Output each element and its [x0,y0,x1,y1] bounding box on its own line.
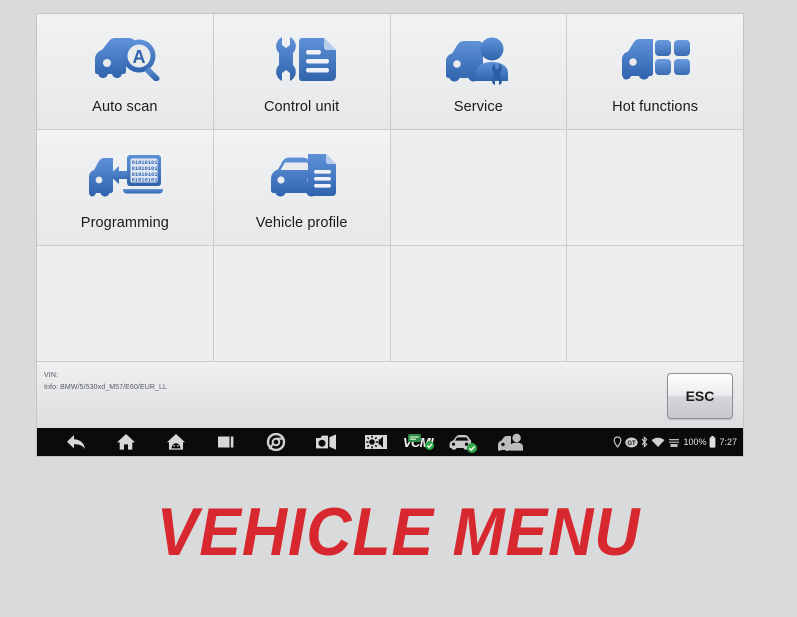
back-icon[interactable] [51,428,101,456]
car-document-icon [214,144,390,206]
vin-info-block: VIN: Info: BMW/5/530xd_M57/E60/EUR_LL [44,370,167,395]
tile-label: Programming [80,215,169,232]
battery-icon [709,436,716,448]
vin-label: VIN: [44,372,59,379]
vcmi-status-icon[interactable]: VCMI [401,432,435,452]
tile-empty [390,246,567,361]
caption-vehicle-menu: VEHICLE MENU [156,494,641,570]
tile-empty [390,130,567,245]
vehicle-info-bar: VIN: Info: BMW/5/530xd_M57/E60/EUR_LL ES… [37,361,743,428]
svg-text:A: A [132,47,145,67]
function-tile-grid: A Auto scan Control unit Service Hot fun… [37,14,743,361]
home-icon[interactable] [101,428,151,456]
android-home-icon[interactable] [151,428,201,456]
vehicle-info-text: Info: BMW/5/530xd_M57/E60/EUR_LL [44,384,168,392]
chrome-browser-icon[interactable] [251,428,301,456]
car-binary-upload-icon: 01010101 01010101 01010101 01010101 [37,144,213,206]
device-screen: A Auto scan Control unit Service Hot fun… [37,14,743,456]
battery-percent-label: 100% [683,437,707,447]
mobile-network-icon: GT [625,437,639,448]
tile-empty [213,246,390,361]
esc-button[interactable]: ESC [667,373,733,419]
tile-service[interactable]: Service [390,14,567,129]
location-pin-icon [613,436,622,448]
tile-label: Auto scan [92,99,158,116]
recent-apps-icon[interactable] [201,428,251,456]
nav-button-group: VCMI [37,428,535,456]
tile-auto-scan[interactable]: A Auto scan [37,14,213,129]
tile-label: Control unit [263,99,340,116]
tile-hot-functions[interactable]: Hot functions [567,14,743,129]
car-technician-icon [391,28,567,90]
tile-label: Hot functions [612,99,699,116]
tile-vehicle-profile[interactable]: Vehicle profile [213,130,390,245]
tile-empty [567,130,743,245]
remote-assistance-icon[interactable] [485,428,535,456]
android-navigation-bar: VCMI GT 100% 7:27 [37,428,743,456]
clock-label: 7:27 [719,437,737,447]
brightness-volume-icon[interactable] [351,428,401,456]
tile-empty [567,246,743,361]
tile-label: Vehicle profile [255,215,348,232]
wrench-document-icon [214,28,390,90]
camera-icon[interactable] [301,428,351,456]
tile-control-unit[interactable]: Control unit [213,14,390,129]
tile-empty [37,246,213,361]
vehicle-connection-icon[interactable] [435,428,485,456]
tile-programming[interactable]: 01010101 01010101 01010101 01010101 Prog… [37,130,213,245]
svg-text:GT: GT [628,441,637,447]
svg-text:01010101: 01010101 [131,178,157,184]
car-grid-tiles-icon [567,28,743,90]
wifi-icon [651,437,665,448]
data-transfer-icon [668,437,680,448]
car-magnifier-a-icon: A [37,28,213,90]
bluetooth-icon [641,436,648,448]
status-tray: GT 100% 7:27 [613,428,737,456]
tile-label: Service [453,99,503,116]
